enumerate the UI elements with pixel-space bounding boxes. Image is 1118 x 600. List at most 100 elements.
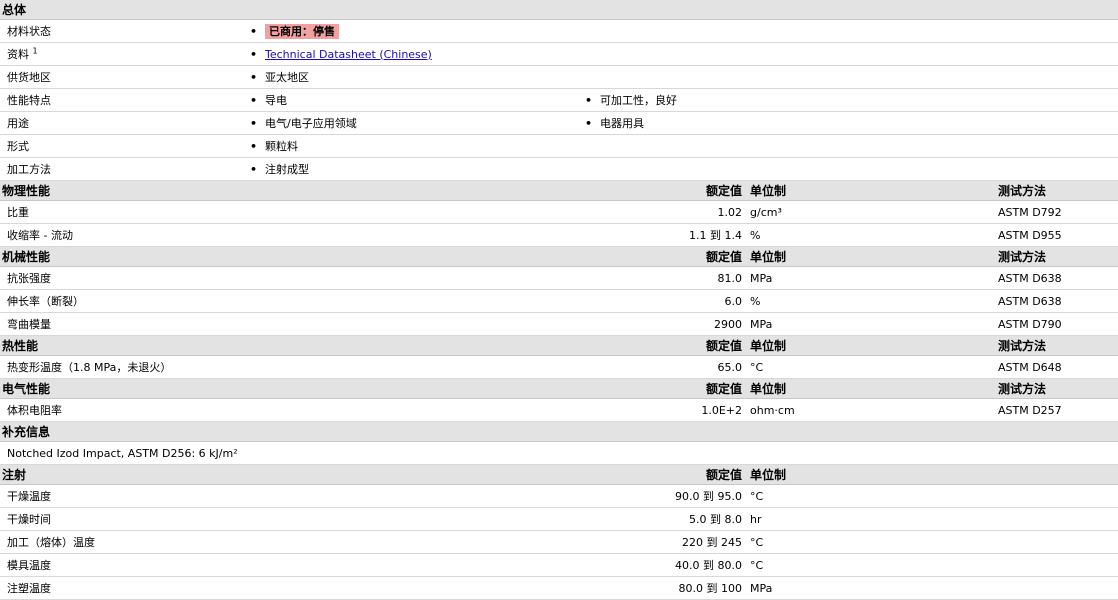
section-header-thermal: 热性能 额定值 单位制 测试方法 xyxy=(0,335,1118,356)
row-unit: °C xyxy=(748,355,998,379)
row-label: 干燥温度 xyxy=(0,484,585,508)
section-title: 物理性能 xyxy=(0,180,585,201)
table-row: 形式 颗粒料 xyxy=(0,134,1118,158)
table-row: 材料状态 已商用：停售 xyxy=(0,19,1118,43)
row-label: 性能特点 xyxy=(0,88,250,112)
section-header-physical: 物理性能 额定值 单位制 测试方法 xyxy=(0,180,1118,201)
status-badge: 已商用：停售 xyxy=(265,24,339,39)
table-row: 收缩率 - 流动 1.1 到 1.4 % ASTM D955 xyxy=(0,223,1118,247)
row-value: 颗粒料 xyxy=(250,134,1118,158)
row-label: 伸长率（断裂） xyxy=(0,289,585,313)
row-label: 体积电阻率 xyxy=(0,398,585,422)
row-value: 40.0 到 80.0 xyxy=(585,553,748,577)
unit-header: 单位制 xyxy=(748,180,998,201)
table-row: 体积电阻率 1.0E+2 ohm·cm ASTM D257 xyxy=(0,398,1118,422)
row-value: 80.0 到 100 xyxy=(585,576,748,600)
row-unit: MPa xyxy=(748,576,998,600)
row-label: 比重 xyxy=(0,200,585,224)
row-label: 形式 xyxy=(0,134,250,158)
row-unit: hr xyxy=(748,507,998,531)
row-unit: °C xyxy=(748,484,998,508)
unit-header: 单位制 xyxy=(748,246,998,267)
table-row: 比重 1.02 g/cm³ ASTM D792 xyxy=(0,200,1118,224)
table-row: 性能特点 导电 可加工性，良好 xyxy=(0,88,1118,112)
nominal-header: 额定值 xyxy=(585,378,748,399)
footnote-marker: 1 xyxy=(32,46,38,56)
row-value: 注射成型 xyxy=(250,157,1118,181)
nominal-header: 额定值 xyxy=(585,464,748,485)
status-cell: 已商用：停售 xyxy=(250,19,1118,43)
link-cell: Technical Datasheet (Chinese) xyxy=(250,42,1118,66)
row-unit: g/cm³ xyxy=(748,200,998,224)
section-title: 补充信息 xyxy=(0,421,1118,442)
row-label: 资料 1 xyxy=(0,42,250,66)
row-value: 电气/电子应用领域 xyxy=(250,111,585,135)
section-header-mechanical: 机械性能 额定值 单位制 测试方法 xyxy=(0,246,1118,267)
row-unit: MPa xyxy=(748,266,998,290)
table-row: 供货地区 亚太地区 xyxy=(0,65,1118,89)
table-row: Notched Izod Impact, ASTM D256: 6 kJ/m² xyxy=(0,441,1118,465)
test-header: 测试方法 xyxy=(998,180,1118,201)
row-test: ASTM D955 xyxy=(998,223,1118,247)
section-title: 总体 xyxy=(0,0,1118,20)
table-row: 注塑温度 80.0 到 100 MPa xyxy=(0,576,1118,600)
unit-header: 单位制 xyxy=(748,378,998,399)
row-unit: MPa xyxy=(748,312,998,336)
row-value: 电器用具 xyxy=(585,111,1118,135)
row-value: 1.02 xyxy=(585,200,748,224)
section-title: 注射 xyxy=(0,464,585,485)
row-label: 热变形温度（1.8 MPa，未退火） xyxy=(0,355,585,379)
row-unit: °C xyxy=(748,553,998,577)
row-value: 90.0 到 95.0 xyxy=(585,484,748,508)
row-label: 注塑温度 xyxy=(0,576,585,600)
table-row: 弯曲模量 2900 MPa ASTM D790 xyxy=(0,312,1118,336)
row-test: ASTM D638 xyxy=(998,289,1118,313)
row-unit: °C xyxy=(748,530,998,554)
row-test: ASTM D792 xyxy=(998,200,1118,224)
table-row: 干燥时间 5.0 到 8.0 hr xyxy=(0,507,1118,531)
row-label: 用途 xyxy=(0,111,250,135)
section-header-electrical: 电气性能 额定值 单位制 测试方法 xyxy=(0,378,1118,399)
table-row: 加工方法 注射成型 xyxy=(0,157,1118,181)
row-label: 收缩率 - 流动 xyxy=(0,223,585,247)
row-label: 加工方法 xyxy=(0,157,250,181)
table-row: 干燥温度 90.0 到 95.0 °C xyxy=(0,484,1118,508)
table-row: 伸长率（断裂） 6.0 % ASTM D638 xyxy=(0,289,1118,313)
datasheet-table: 总体 材料状态 已商用：停售 资料 1 Technical Datasheet … xyxy=(0,0,1118,600)
table-row: 热变形温度（1.8 MPa，未退火） 65.0 °C ASTM D648 xyxy=(0,355,1118,379)
row-test: ASTM D257 xyxy=(998,398,1118,422)
row-unit: % xyxy=(748,223,998,247)
section-title: 机械性能 xyxy=(0,246,585,267)
section-header-injection: 注射 额定值 单位制 xyxy=(0,464,1118,485)
row-value: 65.0 xyxy=(585,355,748,379)
nominal-header: 额定值 xyxy=(585,246,748,267)
table-row: 抗张强度 81.0 MPa ASTM D638 xyxy=(0,266,1118,290)
supplement-text: Notched Izod Impact, ASTM D256: 6 kJ/m² xyxy=(0,441,1118,465)
test-header: 测试方法 xyxy=(998,246,1118,267)
row-value: 5.0 到 8.0 xyxy=(585,507,748,531)
row-value: 可加工性，良好 xyxy=(585,88,1118,112)
row-value: 6.0 xyxy=(585,289,748,313)
table-row: 资料 1 Technical Datasheet (Chinese) xyxy=(0,42,1118,66)
datasheet-link[interactable]: Technical Datasheet (Chinese) xyxy=(265,48,432,61)
table-row: 用途 电气/电子应用领域 电器用具 xyxy=(0,111,1118,135)
table-row: 加工（熔体）温度 220 到 245 °C xyxy=(0,530,1118,554)
unit-header: 单位制 xyxy=(748,464,998,485)
row-label: 抗张强度 xyxy=(0,266,585,290)
row-value: 导电 xyxy=(250,88,585,112)
row-test: ASTM D790 xyxy=(998,312,1118,336)
row-value: 81.0 xyxy=(585,266,748,290)
row-value: 2900 xyxy=(585,312,748,336)
row-value: 220 到 245 xyxy=(585,530,748,554)
row-label: 模具温度 xyxy=(0,553,585,577)
test-header: 测试方法 xyxy=(998,335,1118,356)
row-test: ASTM D638 xyxy=(998,266,1118,290)
table-row: 模具温度 40.0 到 80.0 °C xyxy=(0,553,1118,577)
section-header-overall: 总体 xyxy=(0,0,1118,20)
row-label: 供货地区 xyxy=(0,65,250,89)
row-label: 干燥时间 xyxy=(0,507,585,531)
row-label: 材料状态 xyxy=(0,19,250,43)
row-label: 弯曲模量 xyxy=(0,312,585,336)
row-label: 加工（熔体）温度 xyxy=(0,530,585,554)
nominal-header: 额定值 xyxy=(585,180,748,201)
